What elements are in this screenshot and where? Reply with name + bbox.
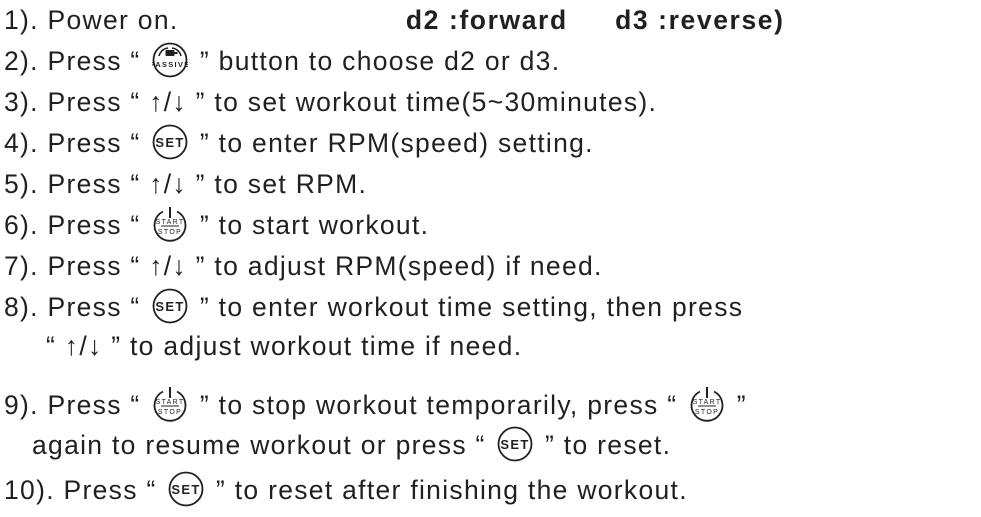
step-3: 3). Press “ ↑/↓ ” to set workout time(5~… (4, 84, 657, 120)
start-label: START (156, 399, 185, 406)
step-4: 4). Press “ SET ” to enter RPM(speed) se… (4, 124, 594, 161)
set-button-icon: SET (152, 124, 188, 160)
step-1: 1). Power on. d2 :forward d3 :reverse) (4, 2, 785, 38)
step-8: 8). Press “ SET ” to enter workout time … (4, 288, 744, 325)
step-pre-text: Press “ (47, 390, 141, 420)
set-button-icon: SET (152, 288, 188, 324)
step-8-continued: “ ↑/↓ ” to adjust workout time if need. (46, 328, 522, 364)
stop-label: STOP (695, 409, 719, 416)
step-number: 4). (4, 128, 39, 158)
step-pre-text: Press “ (63, 475, 157, 505)
step-pre-text: again to resume workout or press “ (32, 430, 486, 460)
step-post-text: ” to enter RPM(speed) setting. (199, 128, 594, 158)
set-label: SET (156, 135, 185, 150)
start-stop-button-icon: START STOP (152, 386, 188, 422)
step-number: 2). (4, 46, 39, 76)
set-button-icon: SET (168, 471, 204, 507)
forward-note: d2 :forward (405, 5, 568, 35)
step-post-text: ” (736, 390, 747, 420)
step-number: 9). (4, 390, 39, 420)
up-down-arrows: ↑/↓ (149, 251, 187, 281)
step-10: 10). Press “ SET ” to reset after finish… (4, 471, 688, 508)
step-7: 7). Press “ ↑/↓ ” to adjust RPM(speed) i… (4, 248, 603, 284)
start-label: START (156, 219, 185, 226)
step-number: 10). (4, 475, 55, 505)
up-down-arrows: ↑/↓ (149, 169, 187, 199)
step-number: 3). (4, 87, 39, 117)
step-9: 9). Press “ START STOP ” to stop workout… (4, 387, 747, 423)
step-post-text: ” to reset. (545, 430, 672, 460)
step-pre-text: Press “ (47, 292, 141, 322)
step-pre-text: Press “ (47, 46, 141, 76)
step-post-text: ” to adjust workout time if need. (111, 331, 523, 361)
step-number: 1). (4, 5, 39, 35)
step-number: 7). (4, 251, 39, 281)
step-9-continued: again to resume workout or press “ SET ”… (32, 426, 672, 463)
step-pre-text: Press “ (47, 87, 141, 117)
step-pre-text: Press “ (47, 128, 141, 158)
step-6: 6). Press “ START STOP ” to start workou… (4, 207, 429, 243)
step-pre-text: Press “ (47, 169, 141, 199)
stop-label: STOP (158, 409, 182, 416)
step-post-text: ” to set workout time(5~30minutes). (195, 87, 658, 117)
reverse-note: d3 :reverse) (615, 5, 785, 35)
set-button-icon: SET (497, 426, 533, 462)
step-number: 5). (4, 169, 39, 199)
up-down-arrows: ↑/↓ (149, 87, 187, 117)
set-label: SET (156, 299, 185, 314)
step-post-text: ” to set RPM. (195, 169, 368, 199)
step-post-text: ” to adjust RPM(speed) if need. (195, 251, 603, 281)
step-post-text: ” button to choose d2 or d3. (199, 46, 561, 76)
passive-motor-icon: PASSIVE (152, 42, 188, 78)
start-stop-button-icon: START STOP (152, 206, 188, 242)
set-label: SET (172, 482, 201, 497)
step-number: 6). (4, 210, 39, 240)
up-down-arrows: ↑/↓ (64, 331, 103, 361)
passive-label: PASSIVE (152, 60, 188, 69)
start-stop-button-icon: START STOP (689, 386, 725, 422)
step-pre-text: Press “ (47, 251, 141, 281)
step-5: 5). Press “ ↑/↓ ” to set RPM. (4, 166, 367, 202)
step-2: 2). Press “ PASSIVE ” button to choose d… (4, 42, 561, 79)
step-number: 8). (4, 292, 39, 322)
step-pre-text: “ (46, 331, 57, 361)
step-post-text: ” to start workout. (199, 210, 430, 240)
set-label: SET (501, 437, 530, 452)
start-label: START (693, 399, 722, 406)
stop-label: STOP (158, 229, 182, 236)
step-post-text: ” to enter workout time setting, then pr… (199, 292, 744, 322)
instruction-document: 1). Power on. d2 :forward d3 :reverse) 2… (0, 0, 981, 517)
step-post-text: ” to reset after finishing the workout. (215, 475, 688, 505)
step-text: Power on. (47, 5, 179, 35)
step-pre-text: Press “ (47, 210, 141, 240)
step-mid-text: ” to stop workout temporarily, press “ (199, 390, 678, 420)
